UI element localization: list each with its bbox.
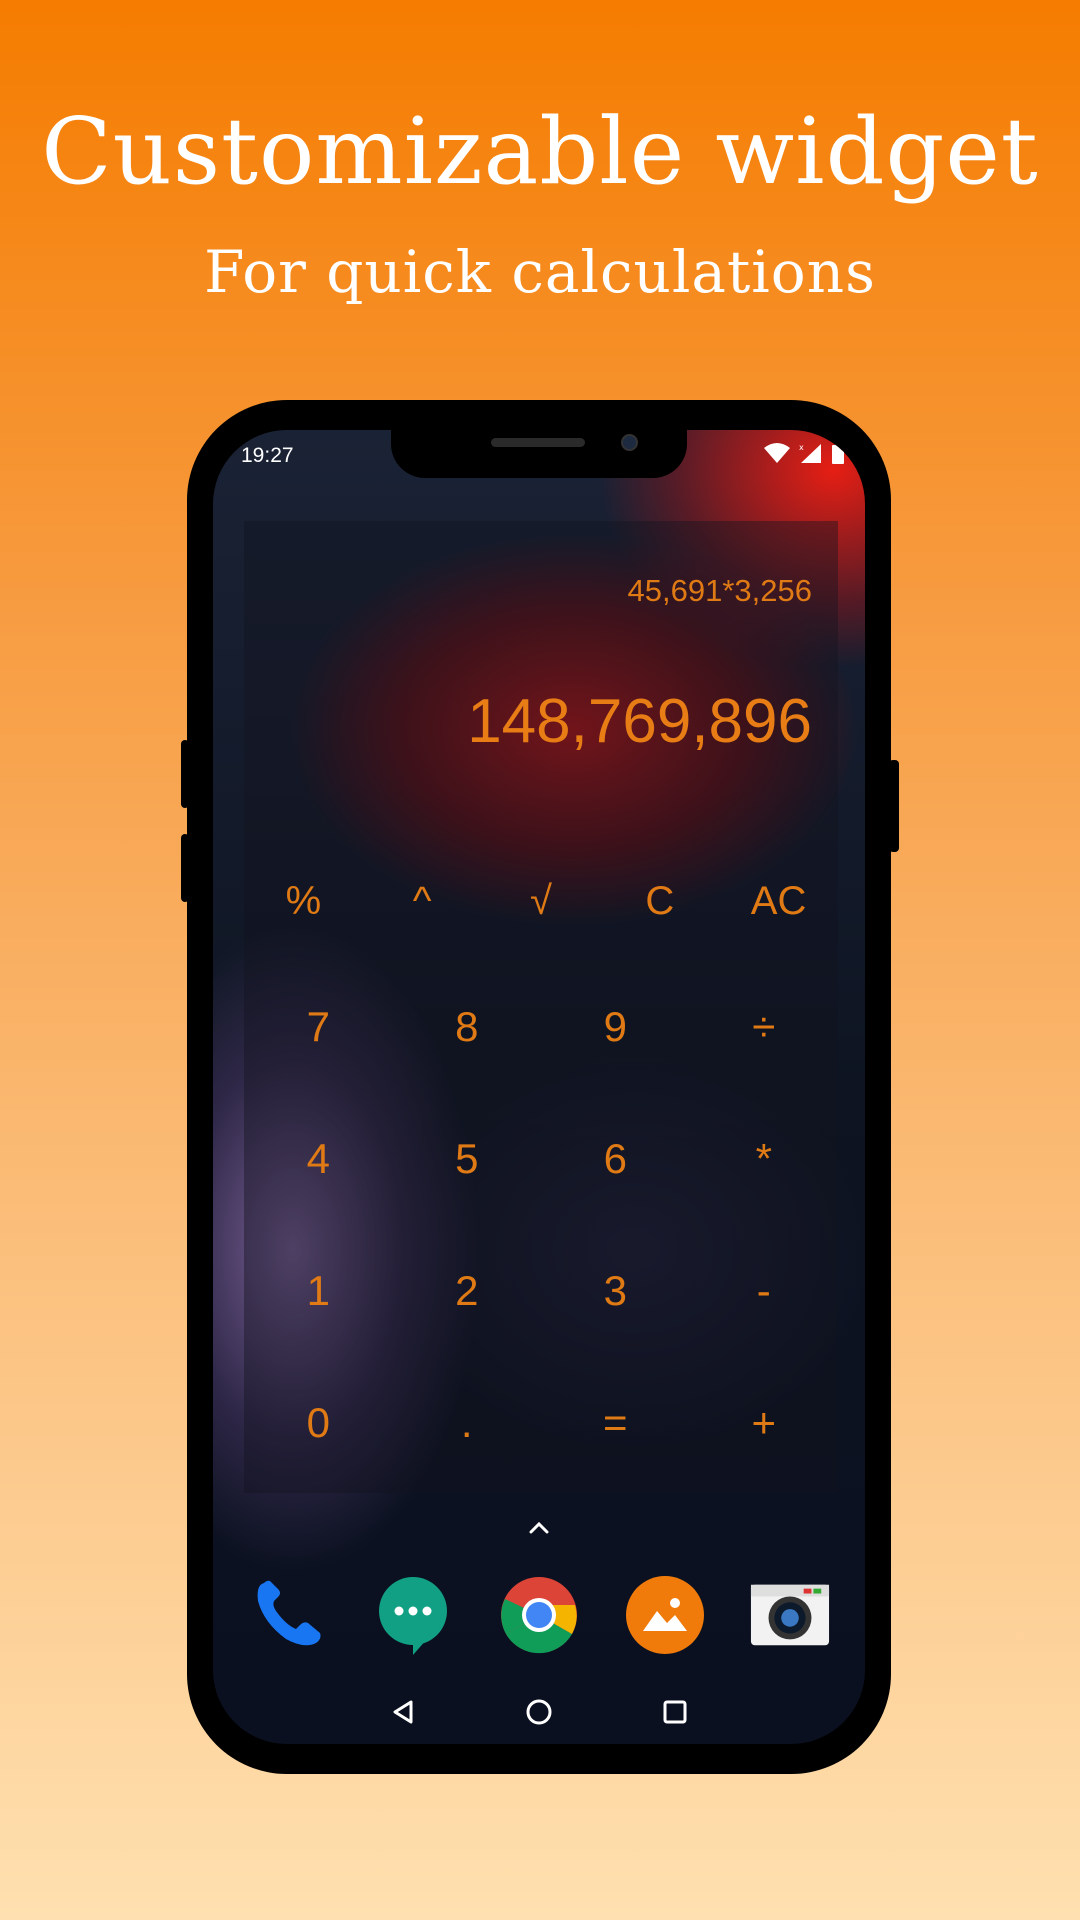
key-2[interactable]: 2	[393, 1225, 542, 1357]
gallery-app-icon[interactable]	[624, 1574, 706, 1656]
signal-icon: x	[799, 442, 823, 469]
back-triangle-icon	[393, 1700, 413, 1724]
earpiece-speaker	[491, 438, 585, 447]
phone-frame: 19:27 x 45,691*3,256 148,769,896 % ^ √ C…	[181, 400, 899, 1774]
calculator-widget[interactable]: 45,691*3,256 148,769,896 % ^ √ C AC 7 8 …	[244, 521, 838, 1493]
volume-down-button	[181, 834, 189, 902]
keypad-row: 0 . = +	[244, 1357, 838, 1489]
navigation-bar	[213, 1682, 865, 1742]
app-dock	[213, 1570, 865, 1660]
recents-square-icon	[663, 1700, 687, 1724]
multiply-key[interactable]: *	[690, 1093, 839, 1225]
keypad-row: 7 8 9 ÷	[244, 961, 838, 1093]
home-button[interactable]	[511, 1684, 567, 1740]
expression-display: 45,691*3,256	[627, 573, 812, 608]
chrome-app-icon[interactable]	[498, 1574, 580, 1656]
recents-button[interactable]	[647, 1684, 703, 1740]
all-clear-key[interactable]: AC	[719, 866, 838, 936]
app-drawer-caret-icon[interactable]	[213, 1518, 865, 1541]
front-camera	[621, 434, 638, 451]
equals-key[interactable]: =	[541, 1357, 690, 1489]
key-6[interactable]: 6	[541, 1093, 690, 1225]
status-icons: x	[763, 442, 845, 469]
percent-key[interactable]: %	[244, 866, 363, 936]
subtract-key[interactable]: -	[690, 1225, 839, 1357]
keypad-row: 1 2 3 -	[244, 1225, 838, 1357]
key-9[interactable]: 9	[541, 961, 690, 1093]
keypad-row: 4 5 6 *	[244, 1093, 838, 1225]
home-circle-icon	[526, 1699, 552, 1725]
keypad: 7 8 9 ÷ 4 5 6 * 1 2 3 - 0 . = +	[244, 961, 838, 1489]
decimal-key[interactable]: .	[393, 1357, 542, 1489]
svg-text:x: x	[799, 443, 804, 452]
key-3[interactable]: 3	[541, 1225, 690, 1357]
camera-app-icon[interactable]	[749, 1574, 831, 1656]
key-5[interactable]: 5	[393, 1093, 542, 1225]
square-root-key[interactable]: √	[482, 866, 601, 936]
headline-subtitle: For quick calculations	[204, 238, 876, 306]
status-time: 19:27	[241, 444, 294, 467]
key-0[interactable]: 0	[244, 1357, 393, 1489]
battery-icon	[831, 442, 845, 469]
phone-app-icon[interactable]	[247, 1574, 329, 1656]
back-button[interactable]	[375, 1684, 431, 1740]
phone-screen: 19:27 x 45,691*3,256 148,769,896 % ^ √ C…	[213, 430, 865, 1744]
notch	[391, 430, 687, 478]
function-key-row: % ^ √ C AC	[244, 866, 838, 936]
clear-key[interactable]: C	[600, 866, 719, 936]
messages-app-icon[interactable]	[372, 1574, 454, 1656]
power-key[interactable]: ^	[363, 866, 482, 936]
wifi-icon	[763, 442, 791, 469]
divide-key[interactable]: ÷	[690, 961, 839, 1093]
power-button	[889, 760, 899, 852]
key-1[interactable]: 1	[244, 1225, 393, 1357]
key-8[interactable]: 8	[393, 961, 542, 1093]
result-display: 148,769,896	[467, 687, 812, 756]
headline-title: Customizable widget	[41, 98, 1039, 205]
key-7[interactable]: 7	[244, 961, 393, 1093]
add-key[interactable]: +	[690, 1357, 839, 1489]
key-4[interactable]: 4	[244, 1093, 393, 1225]
volume-up-button	[181, 740, 189, 808]
